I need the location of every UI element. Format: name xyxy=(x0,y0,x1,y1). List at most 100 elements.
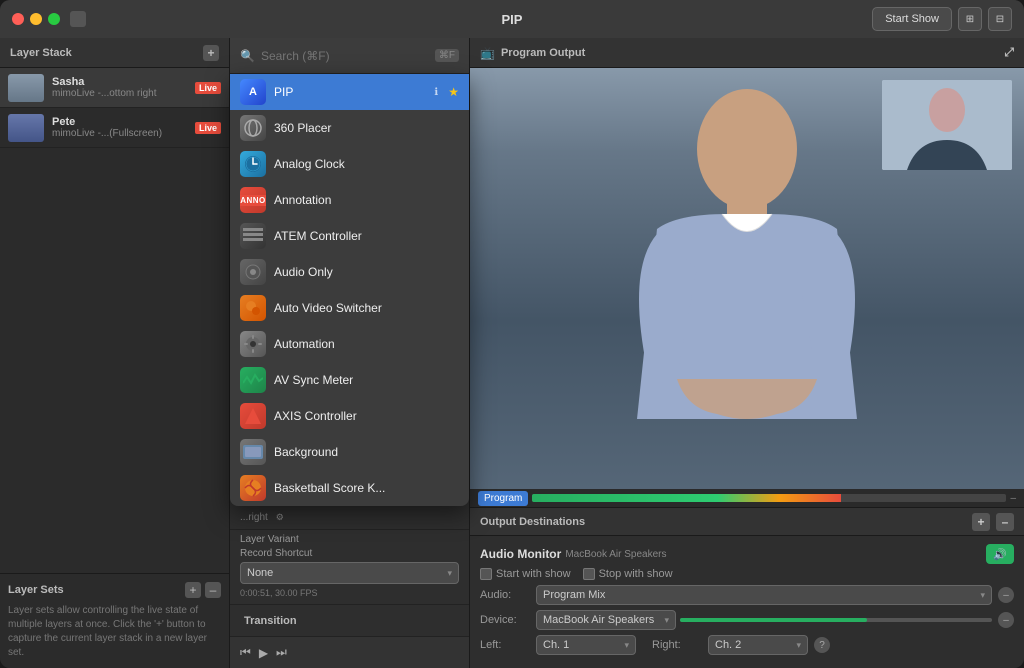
stop-with-show-checkbox[interactable] xyxy=(583,568,595,580)
stop-with-show-check[interactable]: Stop with show xyxy=(583,568,673,580)
dropdown-label-360: 360 Placer xyxy=(274,121,459,135)
device-volume-slider[interactable] xyxy=(680,618,992,622)
layer-sets-minus-button[interactable]: – xyxy=(205,582,221,598)
layer-sets-title: Layer Sets xyxy=(8,584,64,596)
device-label: Device: xyxy=(480,614,530,626)
playback-controls: ⏮ ▶ ⏭ xyxy=(230,636,469,668)
settings-icon-button[interactable]: ⊟ xyxy=(988,7,1012,31)
layer-item-pete[interactable]: Pete mimoLive -...(Fullscreen) Live xyxy=(0,108,229,148)
start-with-show-checkbox[interactable] xyxy=(480,568,492,580)
dropdown-item-axis[interactable]: AXIS Controller xyxy=(230,398,469,434)
dropdown-item-automation[interactable]: Automation xyxy=(230,326,469,362)
main-layout: Layer Stack + Sasha mimoLive -...ottom r… xyxy=(0,38,1024,668)
traffic-lights xyxy=(12,13,60,25)
avsync-icon xyxy=(240,367,266,393)
dropdown-item-clock[interactable]: Analog Clock xyxy=(230,146,469,182)
dropdown-item-avsync[interactable]: AV Sync Meter xyxy=(230,362,469,398)
audio-source-select[interactable]: Program Mix ▾ xyxy=(536,585,992,605)
dropdown-item-annotation[interactable]: ANNO Annotation xyxy=(230,182,469,218)
output-destinations-header: Output Destinations + – xyxy=(470,508,1024,536)
maximize-button[interactable] xyxy=(48,13,60,25)
dropdown-item-pip[interactable]: A PIP ℹ ★ xyxy=(230,74,469,110)
layer-stack-header: Layer Stack + xyxy=(0,38,229,68)
dropdown-label-audio: Audio Only xyxy=(274,265,459,279)
device-select-with-slider: MacBook Air Speakers ▾ xyxy=(536,610,992,630)
start-with-show-label: Start with show xyxy=(496,568,571,580)
record-shortcut-label: Record Shortcut xyxy=(240,548,459,559)
right-channel-select[interactable]: Ch. 2 ▾ xyxy=(708,635,808,655)
360-icon xyxy=(240,115,266,141)
skip-forward-icon[interactable]: ⏭ xyxy=(276,645,287,660)
device-value: MacBook Air Speakers xyxy=(543,614,654,626)
dropdown-item-avs[interactable]: Auto Video Switcher xyxy=(230,290,469,326)
audio-icon xyxy=(240,259,266,285)
star-icon[interactable]: ★ xyxy=(448,85,459,99)
audio-info-icon[interactable]: – xyxy=(998,587,1014,603)
output-destinations-minus-button[interactable]: – xyxy=(996,513,1014,531)
channel-info-icon[interactable]: ? xyxy=(814,637,830,653)
layer-thumb-sasha xyxy=(8,74,44,102)
start-show-button[interactable]: Start Show xyxy=(872,7,952,31)
automation-icon xyxy=(240,331,266,357)
dropdown-item-basketball[interactable]: Basketball Score K... xyxy=(230,470,469,506)
dropdown-item-background[interactable]: Background xyxy=(230,434,469,470)
clock-icon xyxy=(240,151,266,177)
output-destinations-controls: + – xyxy=(972,513,1014,531)
layers-area: Sasha mimoLive -...ottom right Live Pete… xyxy=(0,68,229,573)
title-bar-right: Start Show ⊞ ⊟ xyxy=(872,7,1012,31)
person-figure xyxy=(597,69,897,489)
dropdown-label-avs: Auto Video Switcher xyxy=(274,301,459,315)
basketball-icon xyxy=(240,475,266,501)
start-with-show-check[interactable]: Start with show xyxy=(480,568,571,580)
layer-stack-add-button[interactable]: + xyxy=(203,45,219,61)
app-window: PIP Start Show ⊞ ⊟ Layer Stack + Sasha m… xyxy=(0,0,1024,668)
layer-thumb-pete xyxy=(8,114,44,142)
audio-meter-minus-icon[interactable]: – xyxy=(1010,493,1016,504)
audio-source-row: Audio: Program Mix ▾ – xyxy=(480,585,1014,605)
live-badge-sasha: Live xyxy=(195,82,221,94)
output-destinations-add-button[interactable]: + xyxy=(972,513,990,531)
right-label: ...right xyxy=(240,512,268,523)
dropdown-item-audio[interactable]: Audio Only xyxy=(230,254,469,290)
layer-sets-header: Layer Sets + – xyxy=(8,582,221,598)
speaker-icon: 🔊 xyxy=(993,548,1007,561)
dropdown-item-360[interactable]: 360 Placer xyxy=(230,110,469,146)
program-output-expand-icon[interactable]: ⤢ xyxy=(1004,45,1014,60)
transition-section: Transition Duration: 0 10 0,5 xyxy=(230,605,469,636)
audio-meter-fill xyxy=(532,494,840,502)
right-channel-value: Ch. 2 xyxy=(715,639,741,651)
layer-stack-title: Layer Stack xyxy=(10,47,72,59)
dropdown-item-atem[interactable]: ATEM Controller xyxy=(230,218,469,254)
left-channel-label: Left: xyxy=(480,639,530,651)
audio-monitor-active-button[interactable]: 🔊 xyxy=(986,544,1014,564)
layer-sets-add-button[interactable]: + xyxy=(185,582,201,598)
search-bar: 🔍 ⌘F xyxy=(230,38,469,74)
program-label: Program xyxy=(478,491,528,506)
audio-meter-bar: Program – xyxy=(470,489,1024,507)
info-circle-icon[interactable]: ℹ xyxy=(428,84,444,100)
layer-name-sasha: Sasha xyxy=(52,76,187,88)
device-info-icon[interactable]: – xyxy=(998,612,1014,628)
search-shortcut: ⌘F xyxy=(435,49,459,62)
annotation-badge: ANNO xyxy=(240,195,266,206)
play-icon[interactable]: ▶ xyxy=(259,646,268,660)
search-icon: 🔍 xyxy=(240,49,255,63)
left-channel-select[interactable]: Ch. 1 ▾ xyxy=(536,635,636,655)
minimize-button[interactable] xyxy=(30,13,42,25)
layer-item-sasha[interactable]: Sasha mimoLive -...ottom right Live xyxy=(0,68,229,108)
pip-icon: A xyxy=(240,79,266,105)
device-select[interactable]: MacBook Air Speakers ▾ xyxy=(536,610,676,630)
right-channel-label: Right: xyxy=(652,639,702,651)
video-output xyxy=(470,68,1024,489)
skip-back-icon[interactable]: ⏮ xyxy=(240,645,251,660)
close-button[interactable] xyxy=(12,13,24,25)
layer-info-sasha: Sasha mimoLive -...ottom right xyxy=(44,76,195,99)
search-input[interactable] xyxy=(261,49,429,63)
dropdown-label-atem: ATEM Controller xyxy=(274,229,459,243)
audio-monitor-card: Audio Monitor MacBook Air Speakers 🔊 Sta… xyxy=(470,536,1024,668)
layer-sets-description: Layer sets allow controlling the live st… xyxy=(8,604,221,660)
audio-monitor-subtitle: MacBook Air Speakers xyxy=(565,549,666,560)
program-output-title: Program Output xyxy=(501,47,585,59)
layout-icon-button[interactable]: ⊞ xyxy=(958,7,982,31)
record-shortcut-select[interactable]: None ▾ xyxy=(240,562,459,584)
